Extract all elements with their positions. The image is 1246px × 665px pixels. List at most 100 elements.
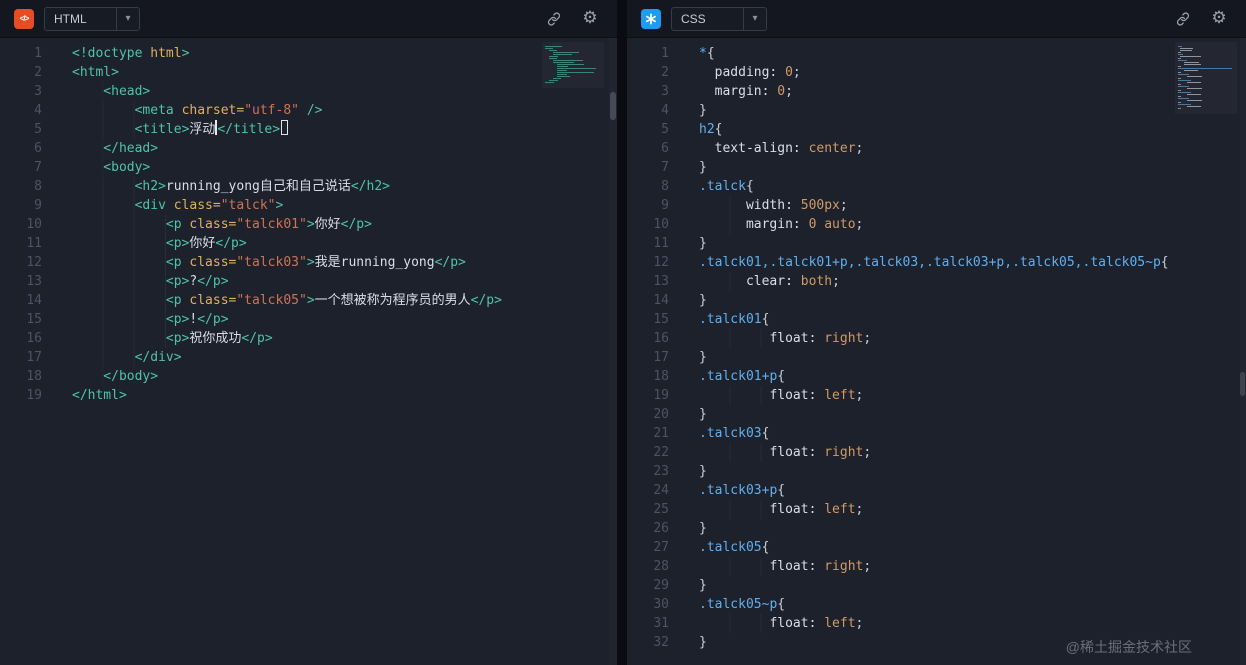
line-number: 19 xyxy=(653,388,669,403)
code-line: 9 width: 500px; xyxy=(627,196,1246,215)
minimap-line xyxy=(557,64,584,65)
gear-icon[interactable]: ⚙ xyxy=(577,6,603,32)
line-number: 3 xyxy=(34,84,42,99)
code-line: 30 .talck05~p{ xyxy=(627,595,1246,614)
line-number: 6 xyxy=(34,141,42,156)
code-line: 8 <h2>running_yong自己和自己说话</h2> xyxy=(0,177,617,196)
line-number: 32 xyxy=(653,635,669,650)
line-number: 1 xyxy=(34,46,42,61)
code-line: 16 <p>祝你成功</p> xyxy=(0,329,617,348)
code-line: 19 </html> xyxy=(0,386,617,405)
minimap-line xyxy=(553,52,579,53)
link-icon[interactable] xyxy=(541,6,567,32)
code-line: 6 </head> xyxy=(0,139,617,158)
minimap-line xyxy=(1178,58,1181,59)
minimap-line xyxy=(1178,60,1187,61)
css-scrollbar-thumb[interactable] xyxy=(1240,372,1245,396)
code-playground: </> HTML ▾ ⚙ 1 <!doctype html> 2 <html> 3 <he… xyxy=(0,0,1246,665)
line-number: 19 xyxy=(26,388,42,403)
code-line: 19 float: left; xyxy=(627,386,1246,405)
line-number: 1 xyxy=(661,46,669,61)
minimap-line xyxy=(1178,108,1181,109)
css-minimap[interactable] xyxy=(1175,42,1237,114)
code-line: 17 </div> xyxy=(0,348,617,367)
css-language-dropdown[interactable]: CSS ▾ xyxy=(671,6,767,31)
line-number: 30 xyxy=(653,597,669,612)
css-code-area: 1 *{2 padding: 0; 3 margin: 0; 4} 5 h2{6 text-al… xyxy=(627,38,1246,652)
minimap-line xyxy=(545,48,553,49)
code-line: 7 <body> xyxy=(0,158,617,177)
minimap-line xyxy=(1178,78,1181,79)
code-line: 2 padding: 0; xyxy=(627,63,1246,82)
code-line: 9 <div class="talck"> xyxy=(0,196,617,215)
line-number: 16 xyxy=(26,331,42,346)
minimap-line xyxy=(1178,96,1181,97)
code-line: 17} xyxy=(627,348,1246,367)
code-line: 22 float: right; xyxy=(627,443,1246,462)
line-number: 18 xyxy=(26,369,42,384)
code-line: 8 .talck{ xyxy=(627,177,1246,196)
line-number: 11 xyxy=(26,236,42,251)
html-language-dropdown[interactable]: HTML ▾ xyxy=(44,6,140,31)
line-number: 17 xyxy=(26,350,42,365)
minimap-line xyxy=(1180,48,1193,49)
line-number: 20 xyxy=(653,407,669,422)
minimap-line xyxy=(553,54,572,55)
line-number: 3 xyxy=(661,84,669,99)
line-number: 12 xyxy=(26,255,42,270)
minimap-line xyxy=(1187,88,1202,89)
minimap-line xyxy=(1178,52,1181,53)
html-code-editor[interactable]: 1 <!doctype html> 2 <html> 3 <head> 4 <meta cha… xyxy=(0,38,617,665)
minimap-line xyxy=(557,72,594,73)
css-asterisk-icon xyxy=(641,8,661,29)
minimap-line xyxy=(553,62,574,63)
html-editor-panel: </> HTML ▾ ⚙ 1 <!doctype html> 2 <html> 3 <he… xyxy=(0,0,617,665)
html-panel-header: </> HTML ▾ ⚙ xyxy=(0,0,617,38)
chevron-down-icon: ▾ xyxy=(752,13,758,24)
line-number: 25 xyxy=(653,502,669,517)
code-line: 1 <!doctype html> xyxy=(0,44,617,63)
html-scrollbar-thumb[interactable] xyxy=(610,92,616,120)
code-line: 13 clear: both; xyxy=(627,272,1246,291)
minimap-line xyxy=(557,74,567,75)
minimap-line xyxy=(549,50,557,51)
minimap-line xyxy=(1180,56,1201,57)
code-line: 21 .talck03{ xyxy=(627,424,1246,443)
css-panel-header: CSS ▾ ⚙ xyxy=(627,0,1246,38)
line-number: 29 xyxy=(653,578,669,593)
minimap-line xyxy=(1184,70,1198,71)
line-number: 10 xyxy=(26,217,42,232)
line-number: 4 xyxy=(34,103,42,118)
link-icon[interactable] xyxy=(1170,6,1196,32)
css-code-editor[interactable]: 1 *{2 padding: 0; 3 margin: 0; 4} 5 h2{6 text-al… xyxy=(627,38,1246,665)
line-number: 14 xyxy=(653,293,669,308)
code-line: 3 <head> xyxy=(0,82,617,101)
code-line: 12 <p class="talck03">我是running_yong</p> xyxy=(0,253,617,272)
minimap-line xyxy=(545,46,562,47)
minimap-line xyxy=(549,80,558,81)
line-number: 9 xyxy=(34,198,42,213)
line-number: 27 xyxy=(653,540,669,555)
minimap-line xyxy=(1187,94,1201,95)
minimap-line xyxy=(1187,76,1202,77)
minimap-line xyxy=(553,60,583,61)
code-line: 27 .talck05{ xyxy=(627,538,1246,557)
minimap-line xyxy=(1178,98,1189,99)
minimap-line xyxy=(1180,50,1192,51)
code-line: 26} xyxy=(627,519,1246,538)
html-minimap[interactable] xyxy=(542,42,604,88)
line-number: 2 xyxy=(661,65,669,80)
line-number: 23 xyxy=(653,464,669,479)
code-line: 15 .talck01{ xyxy=(627,310,1246,329)
minimap-line xyxy=(549,58,557,59)
line-number: 21 xyxy=(653,426,669,441)
minimap-line xyxy=(1184,62,1199,63)
minimap-line xyxy=(1178,72,1181,73)
minimap-line xyxy=(1187,82,1201,83)
line-number: 13 xyxy=(26,274,42,289)
html-scrollbar-track xyxy=(609,38,617,665)
gear-icon[interactable]: ⚙ xyxy=(1206,6,1232,32)
minimap-line xyxy=(557,68,596,69)
minimap-line xyxy=(1178,68,1232,69)
panel-splitter[interactable] xyxy=(617,0,627,665)
